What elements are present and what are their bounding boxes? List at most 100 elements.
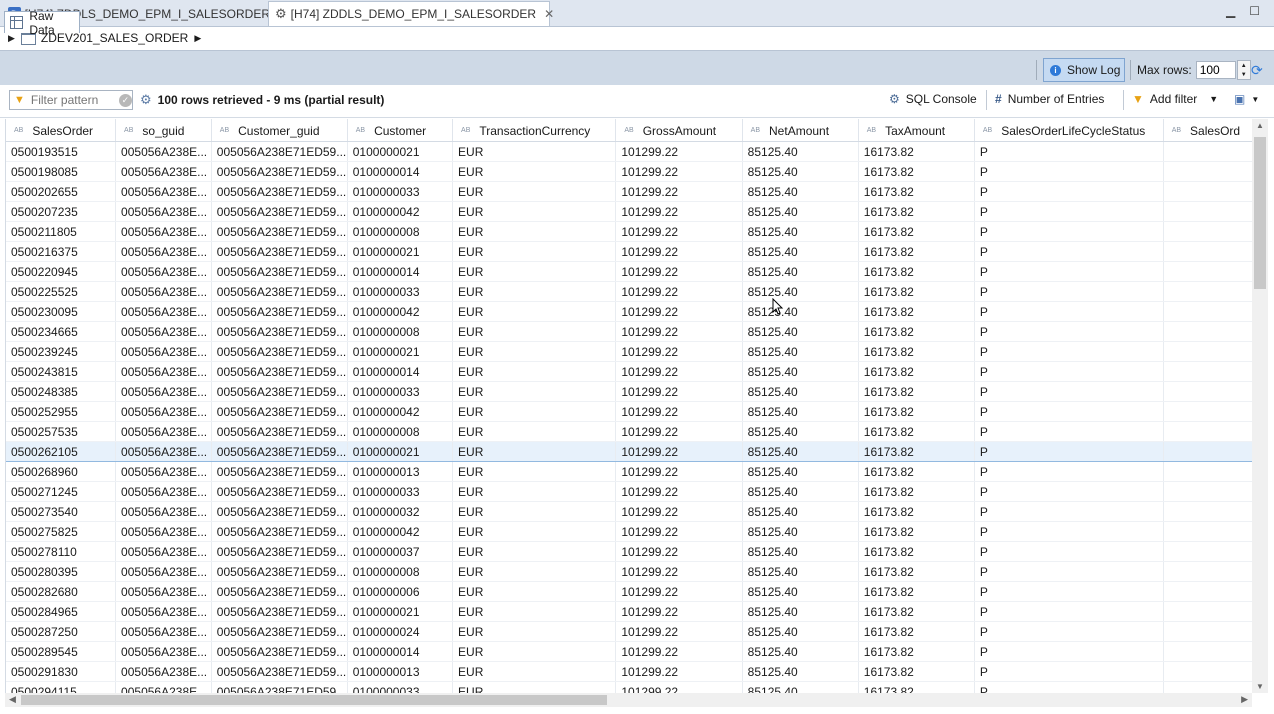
table-cell[interactable]: 0500234665 — [6, 321, 117, 342]
table-cell[interactable]: 005056A238E... — [115, 581, 212, 602]
table-cell[interactable]: P — [974, 601, 1164, 622]
chevron-right-icon[interactable]: ▶ — [194, 33, 201, 44]
table-cell[interactable]: 85125.40 — [742, 461, 859, 482]
table-cell[interactable]: 0500252955 — [6, 401, 117, 422]
show-log-button[interactable]: i Show Log — [1043, 58, 1125, 82]
table-cell[interactable]: 16173.82 — [858, 321, 975, 342]
table-row[interactable]: 0500239245 005056A238E... 005056A238E71ED5… — [6, 341, 1253, 362]
table-row[interactable]: 0500207235 005056A238E... 005056A238E71ED5… — [6, 201, 1253, 222]
table-cell[interactable]: 85125.40 — [742, 361, 859, 382]
table-cell[interactable]: 005056A238E71ED59... — [211, 361, 348, 382]
table-cell[interactable]: P — [974, 241, 1164, 262]
table-cell[interactable] — [1163, 181, 1253, 202]
table-cell[interactable]: 85125.40 — [742, 201, 859, 222]
table-row[interactable]: 0500220945 005056A238E... 005056A238E71ED5… — [6, 261, 1253, 282]
table-cell[interactable]: 0100000042 — [347, 201, 454, 222]
table-cell[interactable]: 101299.22 — [615, 481, 743, 502]
filter-input[interactable] — [28, 92, 119, 108]
table-cell[interactable]: 005056A238E71ED59... — [211, 321, 348, 342]
horizontal-scrollbar[interactable]: ◀ ▶ — [5, 693, 1252, 707]
minimize-icon[interactable]: ▁ — [1226, 4, 1235, 18]
table-cell[interactable]: 101299.22 — [615, 601, 743, 622]
table-cell[interactable]: 005056A238E71ED59... — [211, 461, 348, 482]
table-cell[interactable]: 005056A238E71ED59... — [211, 301, 348, 322]
table-row[interactable]: 0500216375 005056A238E... 005056A238E71ED5… — [6, 241, 1253, 262]
max-rows-spinner[interactable]: ▲ ▼ — [1236, 60, 1251, 80]
refresh-icon[interactable]: ⟳ — [1251, 62, 1263, 79]
table-cell[interactable]: 0500291830 — [6, 661, 117, 682]
table-cell[interactable]: 101299.22 — [615, 621, 743, 642]
column-header[interactable]: AB SalesOrder — [6, 119, 117, 142]
table-cell[interactable]: 0500243815 — [6, 361, 117, 382]
table-cell[interactable]: 005056A238E... — [115, 441, 212, 462]
table-cell[interactable]: 101299.22 — [615, 281, 743, 302]
scroll-right-icon[interactable]: ▶ — [1241, 694, 1248, 705]
table-cell[interactable]: 0100000021 — [347, 141, 454, 162]
table-cell[interactable]: P — [974, 421, 1164, 442]
table-cell[interactable]: 101299.22 — [615, 241, 743, 262]
table-cell[interactable] — [1163, 201, 1253, 222]
table-cell[interactable]: 0500289545 — [6, 641, 117, 662]
table-cell[interactable]: 005056A238E... — [115, 401, 212, 422]
table-cell[interactable]: EUR — [452, 521, 617, 542]
table-cell[interactable]: 005056A238E... — [115, 421, 212, 442]
table-cell[interactable]: 0500294115 — [6, 681, 117, 693]
table-cell[interactable]: 85125.40 — [742, 421, 859, 442]
table-cell[interactable]: 16173.82 — [858, 381, 975, 402]
column-header[interactable]: AB so_guid — [115, 119, 212, 142]
table-cell[interactable]: EUR — [452, 381, 617, 402]
table-cell[interactable]: 101299.22 — [615, 161, 743, 182]
table-cell[interactable]: 101299.22 — [615, 341, 743, 362]
scroll-left-icon[interactable]: ◀ — [9, 694, 16, 705]
table-cell[interactable]: 85125.40 — [742, 621, 859, 642]
table-cell[interactable]: 005056A238E... — [115, 161, 212, 182]
table-cell[interactable]: 85125.40 — [742, 681, 859, 693]
table-row[interactable]: 0500211805 005056A238E... 005056A238E71ED5… — [6, 221, 1253, 242]
table-cell[interactable]: 101299.22 — [615, 521, 743, 542]
table-cell[interactable]: 0100000014 — [347, 361, 454, 382]
table-cell[interactable]: 85125.40 — [742, 181, 859, 202]
table-cell[interactable]: 0500282680 — [6, 581, 117, 602]
table-cell[interactable]: 85125.40 — [742, 341, 859, 362]
table-cell[interactable]: 005056A238E... — [115, 261, 212, 282]
table-cell[interactable]: 005056A238E... — [115, 221, 212, 242]
table-cell[interactable]: 16173.82 — [858, 341, 975, 362]
table-row[interactable]: 0500282680 005056A238E... 005056A238E71ED5… — [6, 581, 1253, 602]
table-cell[interactable]: P — [974, 501, 1164, 522]
table-cell[interactable]: 005056A238E... — [115, 661, 212, 682]
table-cell[interactable]: 16173.82 — [858, 361, 975, 382]
table-cell[interactable]: 005056A238E71ED59... — [211, 541, 348, 562]
table-cell[interactable]: 0100000021 — [347, 441, 454, 462]
table-cell[interactable]: 0500278110 — [6, 541, 117, 562]
table-cell[interactable]: 16173.82 — [858, 561, 975, 582]
table-cell[interactable]: 85125.40 — [742, 281, 859, 302]
table-cell[interactable]: 005056A238E... — [115, 601, 212, 622]
table-cell[interactable]: EUR — [452, 341, 617, 362]
table-cell[interactable]: EUR — [452, 201, 617, 222]
table-row[interactable]: 0500289545 005056A238E... 005056A238E71ED5… — [6, 641, 1253, 662]
table-cell[interactable]: P — [974, 201, 1164, 222]
table-cell[interactable]: P — [974, 521, 1164, 542]
table-cell[interactable]: 005056A238E... — [115, 141, 212, 162]
table-cell[interactable]: 85125.40 — [742, 301, 859, 322]
table-cell[interactable]: EUR — [452, 441, 617, 462]
table-cell[interactable]: 005056A238E71ED59... — [211, 381, 348, 402]
table-cell[interactable]: 16173.82 — [858, 181, 975, 202]
table-cell[interactable] — [1163, 161, 1253, 182]
table-cell[interactable]: 0100000006 — [347, 581, 454, 602]
table-cell[interactable]: 101299.22 — [615, 561, 743, 582]
table-cell[interactable]: 0500202655 — [6, 181, 117, 202]
table-cell[interactable]: EUR — [452, 661, 617, 682]
table-cell[interactable]: EUR — [452, 681, 617, 693]
table-cell[interactable] — [1163, 281, 1253, 302]
table-cell[interactable] — [1163, 581, 1253, 602]
table-cell[interactable]: 101299.22 — [615, 661, 743, 682]
clear-filter-icon[interactable]: ✓ — [118, 93, 132, 107]
column-header[interactable]: AB GrossAmount — [615, 119, 743, 142]
table-cell[interactable]: 16173.82 — [858, 161, 975, 182]
table-row[interactable]: 0500193515 005056A238E... 005056A238E71ED5… — [6, 141, 1253, 162]
table-cell[interactable]: 0100000014 — [347, 641, 454, 662]
table-cell[interactable]: P — [974, 361, 1164, 382]
table-cell[interactable]: 101299.22 — [615, 261, 743, 282]
table-row[interactable]: 0500257535 005056A238E... 005056A238E71ED5… — [6, 421, 1253, 442]
